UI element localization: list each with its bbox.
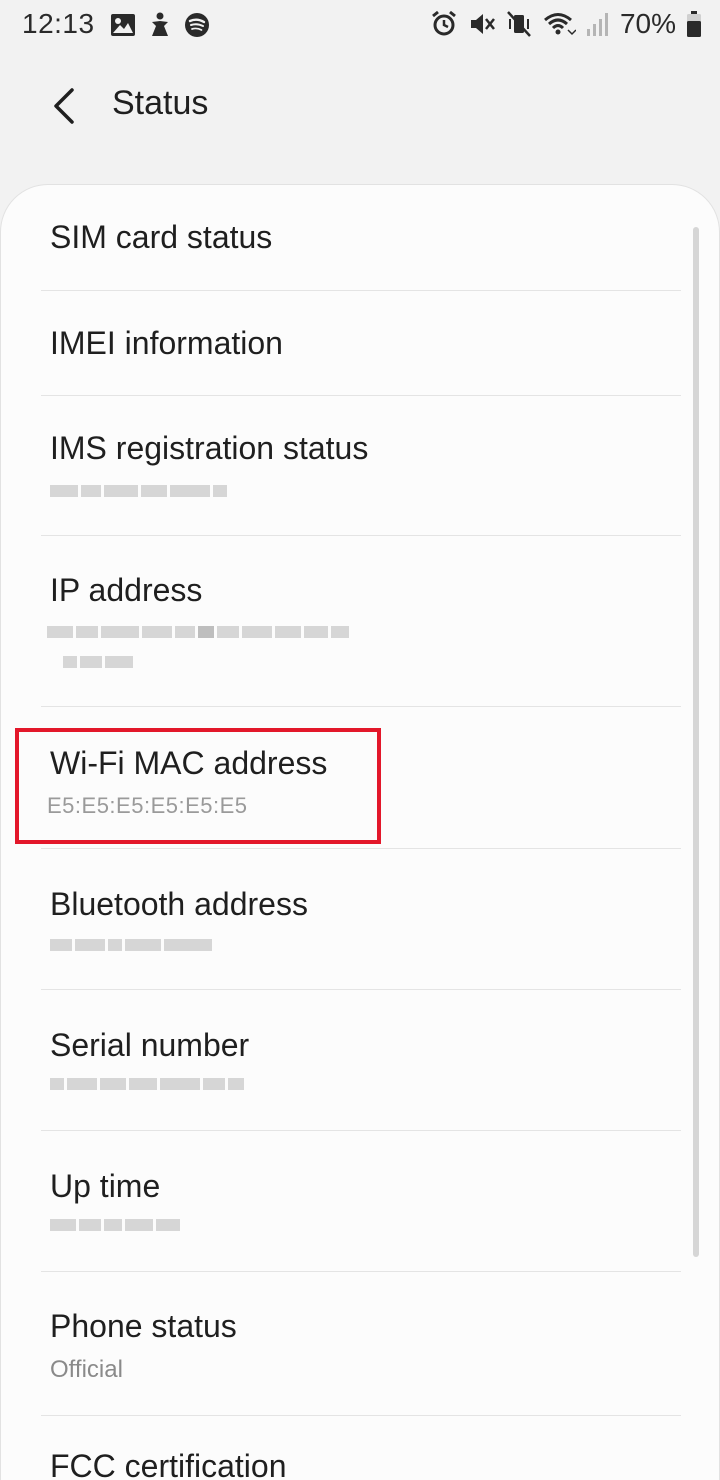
item-title: IMEI information xyxy=(50,325,283,361)
item-title: Bluetooth address xyxy=(50,886,308,922)
redacted-value xyxy=(63,654,133,670)
list-item-phone-status[interactable]: Phone status Official xyxy=(1,1272,720,1416)
redacted-value xyxy=(47,624,349,640)
status-bar: 12:13 70% xyxy=(0,0,720,52)
app-bar: Status xyxy=(0,62,720,152)
notification-icons xyxy=(110,12,210,38)
list-item-ims-registration-status[interactable]: IMS registration status xyxy=(1,396,720,536)
list-item-sim-card-status[interactable]: SIM card status xyxy=(1,185,720,291)
item-title: Phone status xyxy=(50,1308,237,1344)
accessibility-icon xyxy=(148,12,172,38)
battery-icon xyxy=(686,10,702,38)
screen: 12:13 70% Status SIM card status IMEI in… xyxy=(0,0,720,1480)
item-subtitle: Official xyxy=(50,1356,123,1383)
item-title: Up time xyxy=(50,1168,161,1204)
list-item-serial-number[interactable]: Serial number xyxy=(1,990,720,1131)
item-title: Serial number xyxy=(50,1027,250,1063)
mute-icon xyxy=(468,10,496,38)
list-item-fcc-certification[interactable]: FCC certification xyxy=(1,1416,720,1480)
item-title: FCC certification xyxy=(50,1448,287,1480)
status-list: SIM card status IMEI information IMS reg… xyxy=(1,185,720,1480)
back-button[interactable] xyxy=(36,78,92,134)
list-item-ip-address[interactable]: IP address xyxy=(1,536,720,707)
list-item-imei-information[interactable]: IMEI information xyxy=(1,291,720,396)
spotify-icon xyxy=(184,12,210,38)
chevron-left-icon xyxy=(50,86,78,126)
vibrate-off-icon xyxy=(506,10,532,38)
page-title: Status xyxy=(112,84,209,122)
list-item-wifi-mac-address[interactable]: Wi-Fi MAC address E5:E5:E5:E5:E5:E5 xyxy=(1,707,720,849)
alarm-icon xyxy=(430,10,458,38)
status-list-card: SIM card status IMEI information IMS reg… xyxy=(0,184,720,1480)
list-item-up-time[interactable]: Up time xyxy=(1,1131,720,1272)
item-title: SIM card status xyxy=(50,219,273,255)
item-title: IP address xyxy=(50,572,203,608)
wifi-icon xyxy=(542,10,576,38)
redacted-value xyxy=(50,937,212,953)
battery-percent: 70% xyxy=(619,8,676,39)
status-time: 12:13 xyxy=(22,8,95,39)
redacted-value xyxy=(50,483,227,499)
signal-icon xyxy=(586,11,610,37)
item-title: Wi-Fi MAC address xyxy=(50,745,328,781)
redacted-value xyxy=(50,1076,244,1092)
system-icons: 70% xyxy=(430,8,702,40)
item-subtitle: E5:E5:E5:E5:E5:E5 xyxy=(47,793,248,818)
item-title: IMS registration status xyxy=(50,430,369,466)
redacted-value xyxy=(50,1217,180,1233)
image-icon xyxy=(110,13,136,37)
list-item-bluetooth-address[interactable]: Bluetooth address xyxy=(1,849,720,990)
